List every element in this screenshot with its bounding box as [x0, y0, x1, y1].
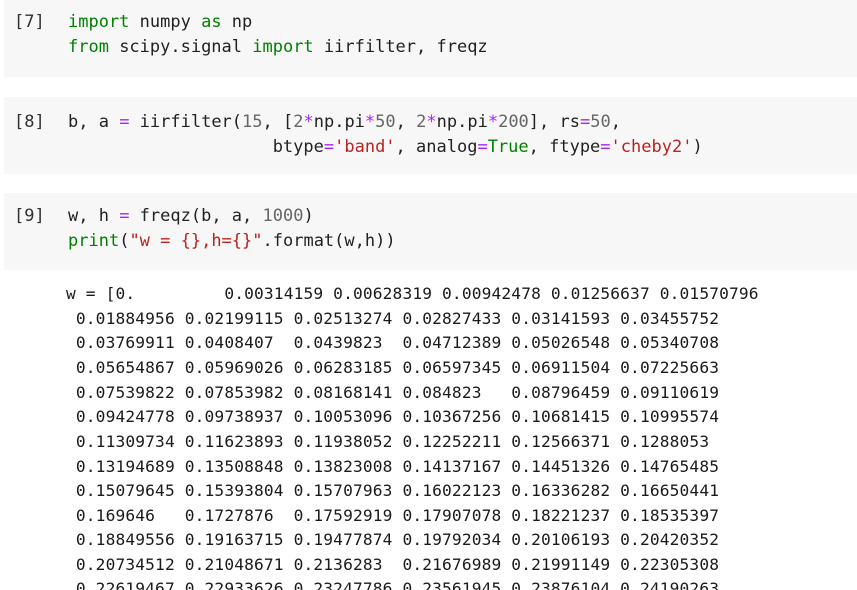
- cell-prompt: [9]: [14, 206, 45, 226]
- output-line: 0.20734512 0.21048671 0.2136283 0.216769…: [66, 555, 720, 574]
- code-token: , analog: [395, 137, 478, 157]
- code-line[interactable]: b, a = iirfilter(15, [2*np.pi*50, 2*np.p…: [68, 112, 621, 132]
- code-cell-7[interactable]: [7] import numpy as np from scipy.signal…: [4, 0, 857, 77]
- code-token: 'cheby2': [610, 137, 693, 157]
- output-line: w = [0. 0.00314159 0.00628319 0.00942478…: [66, 284, 759, 303]
- output-line: 0.11309734 0.11623893 0.11938052 0.12252…: [66, 432, 710, 451]
- code-token: *: [303, 112, 314, 132]
- code-token: =: [600, 137, 611, 157]
- code-token: import: [252, 37, 314, 57]
- code-token: , [: [262, 112, 294, 132]
- code-token: scipy.signal: [108, 37, 253, 57]
- output-line: 0.05654867 0.05969026 0.06283185 0.06597…: [66, 358, 720, 377]
- output-line: 0.09424778 0.09738937 0.10053096 0.10367…: [66, 407, 720, 426]
- code-token: np.pi: [436, 112, 488, 132]
- code-token: w, h: [68, 206, 120, 226]
- code-token: =: [579, 112, 591, 132]
- code-token: from: [68, 37, 109, 57]
- code-line[interactable]: w, h = freqz(b, a, 1000): [68, 206, 314, 226]
- code-token: 15: [242, 112, 263, 132]
- code-token: numpy: [129, 12, 202, 32]
- code-token: ): [692, 137, 703, 157]
- output-line: 0.13194689 0.13508848 0.13823008 0.14137…: [66, 457, 720, 476]
- code-token: "w = {},h={}": [129, 231, 263, 251]
- code-token: 1000: [262, 206, 304, 226]
- code-token: iirfilter(: [129, 112, 243, 132]
- output-line: 0.22619467 0.22933626 0.23247786 0.23561…: [66, 579, 720, 590]
- code-token: iirfilter, freqz: [313, 37, 488, 57]
- code-token: 'band': [334, 137, 396, 157]
- code-token: , ftype: [528, 137, 601, 157]
- code-token: .: [262, 231, 273, 251]
- code-token: True: [487, 137, 529, 157]
- code-token: *: [426, 112, 437, 132]
- code-token: as: [201, 12, 222, 32]
- code-line[interactable]: from scipy.signal import iirfilter, freq…: [68, 37, 488, 57]
- code-token: =: [119, 112, 130, 132]
- output-line: 0.169646 0.1727876 0.17592919 0.17907078…: [66, 506, 720, 525]
- code-cell-8[interactable]: [8] b, a = iirfilter(15, [2*np.pi*50, 2*…: [4, 97, 857, 174]
- code-token: b, a: [68, 112, 120, 132]
- output-line: 0.07539822 0.07853982 0.08168141 0.08482…: [66, 383, 720, 402]
- output-line: 0.03769911 0.0408407 0.0439823 0.0471238…: [66, 333, 720, 352]
- code-token: (w,h)): [334, 231, 396, 251]
- code-token: print: [68, 231, 120, 251]
- code-token: 200: [498, 112, 529, 132]
- code-token: 2: [293, 112, 304, 132]
- code-token: freqz(b, a,: [129, 206, 263, 226]
- code-token: btype: [68, 137, 324, 157]
- code-token: =: [323, 137, 335, 157]
- code-token: =: [119, 206, 130, 226]
- output-line: 0.15079645 0.15393804 0.15707963 0.16022…: [66, 481, 720, 500]
- code-line[interactable]: print("w = {},h={}".format(w,h)): [68, 231, 396, 251]
- code-token: 2: [416, 112, 427, 132]
- code-token: ,: [610, 112, 621, 132]
- code-token: 50: [590, 112, 611, 132]
- code-token: 50: [375, 112, 396, 132]
- notebook-page: [7] import numpy as np from scipy.signal…: [0, 0, 857, 590]
- code-token: ): [303, 206, 314, 226]
- code-cell-9[interactable]: [9] w, h = freqz(b, a, 1000) print("w = …: [4, 193, 857, 270]
- code-line[interactable]: btype='band', analog=True, ftype='cheby2…: [68, 137, 703, 157]
- code-token: format: [272, 231, 335, 251]
- code-token: ], rs: [528, 112, 580, 132]
- code-token: import: [68, 12, 130, 32]
- code-token: =: [477, 137, 488, 157]
- code-line[interactable]: import numpy as np: [68, 12, 252, 32]
- output-line: 0.18849556 0.19163715 0.19477874 0.19792…: [66, 530, 720, 549]
- code-token: *: [364, 112, 376, 132]
- code-token: ,: [395, 112, 417, 132]
- code-token: *: [487, 112, 499, 132]
- cell-prompt: [7]: [14, 12, 45, 32]
- code-token: np.pi: [313, 112, 365, 132]
- cell-prompt: [8]: [14, 112, 45, 132]
- output-line: 0.01884956 0.02199115 0.02513274 0.02827…: [66, 309, 720, 328]
- code-token: (: [119, 231, 130, 251]
- code-token: np: [221, 12, 253, 32]
